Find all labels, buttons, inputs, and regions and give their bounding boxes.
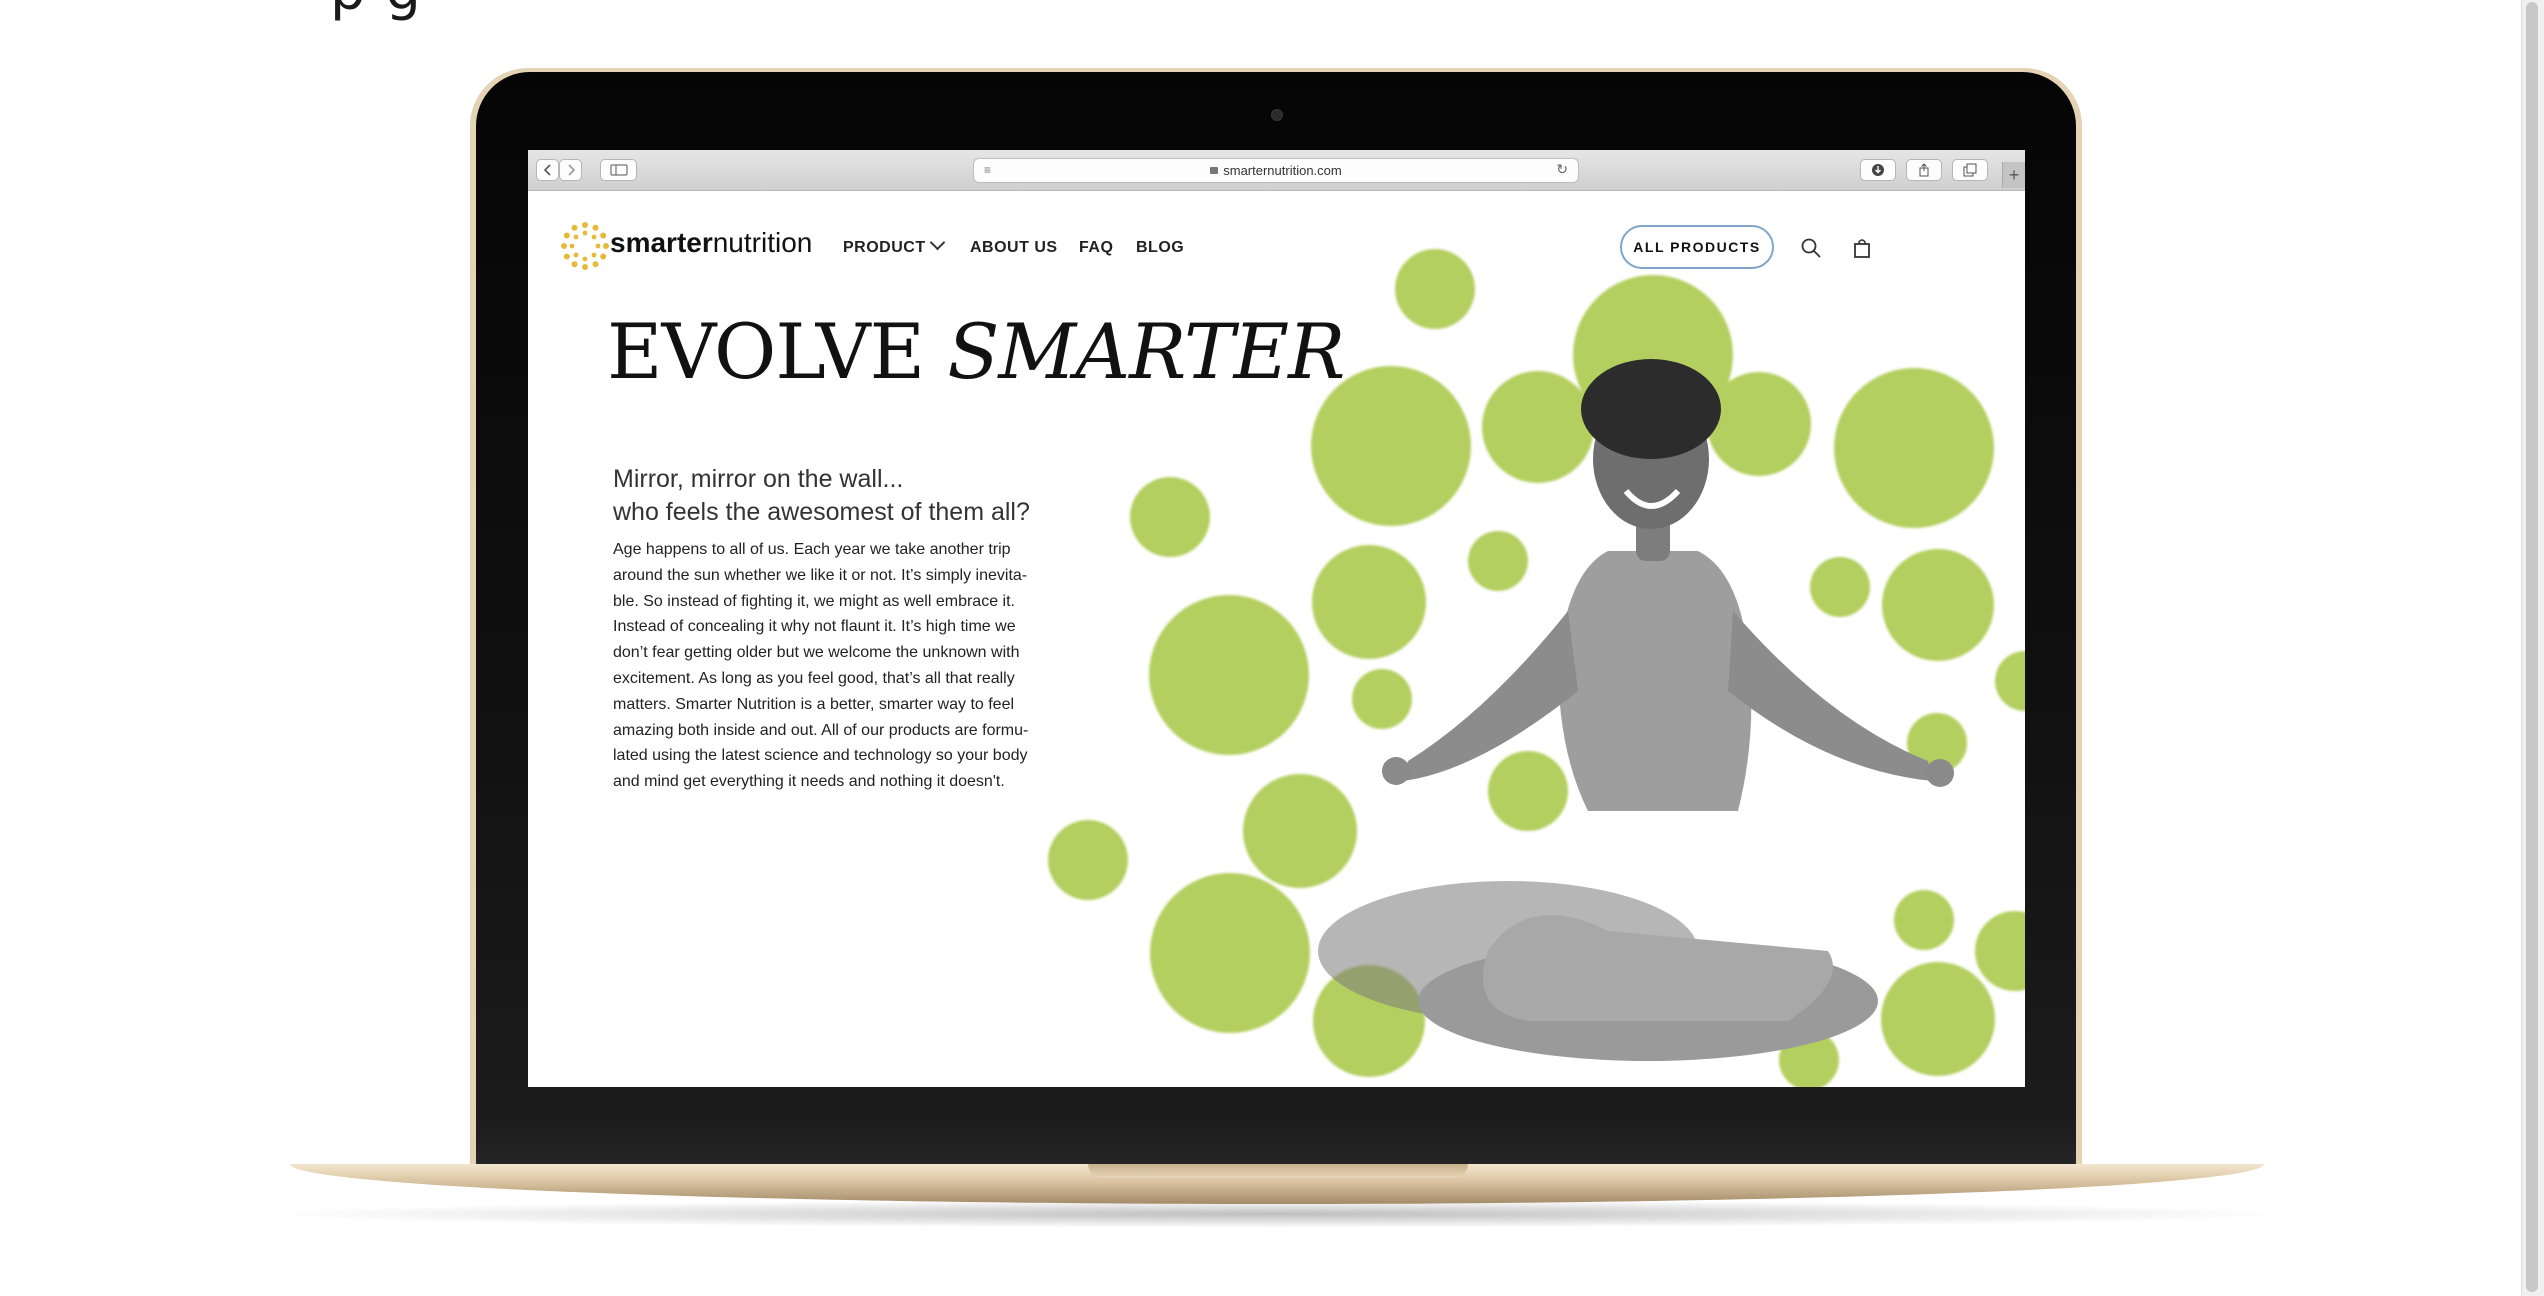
body-line: amazing both inside and out. All of our … — [613, 721, 1029, 739]
search-icon[interactable] — [1799, 236, 1823, 260]
subtitle-line-2: who feels the awesomest of them all? — [613, 498, 1030, 526]
body-line: don’t fear getting older but we welcome … — [613, 644, 1020, 662]
scrollbar-thumb[interactable] — [2526, 2, 2538, 1292]
tabs-icon — [1963, 163, 1977, 177]
hero-title: EVOLVE SMARTER — [607, 307, 1345, 396]
laptop-shadow — [250, 1200, 2304, 1228]
subtitle-line-1: Mirror, mirror on the wall... — [613, 465, 904, 493]
new-tab-button[interactable]: + — [2002, 162, 2025, 188]
hero-body-text: Age happens to all of us. Each year we t… — [613, 537, 1083, 795]
lock-icon — [1210, 167, 1219, 174]
laptop-screen: ≡ smarternutrition.com ↻ + smarternutrit… — [528, 150, 2025, 1087]
nav-blog[interactable]: BLOG — [1136, 239, 1184, 257]
download-button[interactable] — [1860, 159, 1896, 181]
share-icon — [1919, 163, 1929, 177]
page-content: smarternutrition PRODUCT ABOUT US FAQ BL… — [528, 191, 2025, 1087]
browser-toolbar: ≡ smarternutrition.com ↻ + — [528, 150, 2025, 191]
nav-product[interactable]: PRODUCT — [843, 234, 945, 257]
nav-product-label: PRODUCT — [843, 239, 926, 256]
hero-title-italic: SMARTER — [947, 307, 1345, 396]
download-icon — [1872, 164, 1884, 176]
tabs-button[interactable] — [1952, 159, 1988, 181]
laptop-notch — [1088, 1164, 1468, 1178]
address-url: smarternutrition.com — [1223, 163, 1342, 178]
bezel-bottom — [476, 1120, 2076, 1168]
sun-logo-icon[interactable] — [560, 221, 610, 271]
nav-faq[interactable]: FAQ — [1079, 239, 1113, 257]
page-scrollbar[interactable] — [2521, 0, 2544, 1296]
body-line: ble. So instead of fighting it, we might… — [613, 592, 1015, 610]
body-line: Age happens to all of us. Each year we t… — [613, 541, 1011, 558]
body-line: around the sun whether we like it or not… — [613, 566, 1028, 584]
forward-button[interactable] — [559, 159, 582, 181]
body-line: Instead of concealing it why not flaunt … — [613, 618, 1016, 636]
shopping-bag-icon[interactable] — [1850, 236, 1874, 260]
back-button[interactable] — [536, 159, 559, 181]
address-bar[interactable]: ≡ smarternutrition.com ↻ — [973, 158, 1579, 183]
forward-icon — [567, 164, 575, 176]
hero-subtitle: Mirror, mirror on the wall... who feels … — [613, 463, 1030, 529]
brand-name[interactable]: smarternutrition — [610, 227, 812, 259]
brand-bold: smarter — [610, 227, 713, 258]
hero-title-regular: EVOLVE — [607, 307, 948, 396]
back-icon — [543, 164, 551, 176]
body-line: lated using the latest science and techn… — [613, 747, 1028, 765]
sidebar-icon — [610, 164, 627, 176]
sidebar-button[interactable] — [600, 159, 637, 181]
reload-icon[interactable]: ↻ — [1556, 161, 1568, 178]
nav-about-us[interactable]: ABOUT US — [970, 239, 1058, 257]
brand-light: nutrition — [712, 227, 813, 258]
body-line: matters. Smarter Nutrition is a better, … — [613, 695, 1015, 713]
all-products-button[interactable]: ALL PRODUCTS — [1620, 225, 1774, 269]
camera — [1271, 109, 1283, 121]
share-button[interactable] — [1906, 159, 1942, 181]
body-line: excitement. As long as you feel good, th… — [613, 669, 1015, 687]
page-heading-cropped: p g — [330, 0, 422, 23]
body-line: and mind get everything it needs and not… — [613, 773, 1005, 791]
